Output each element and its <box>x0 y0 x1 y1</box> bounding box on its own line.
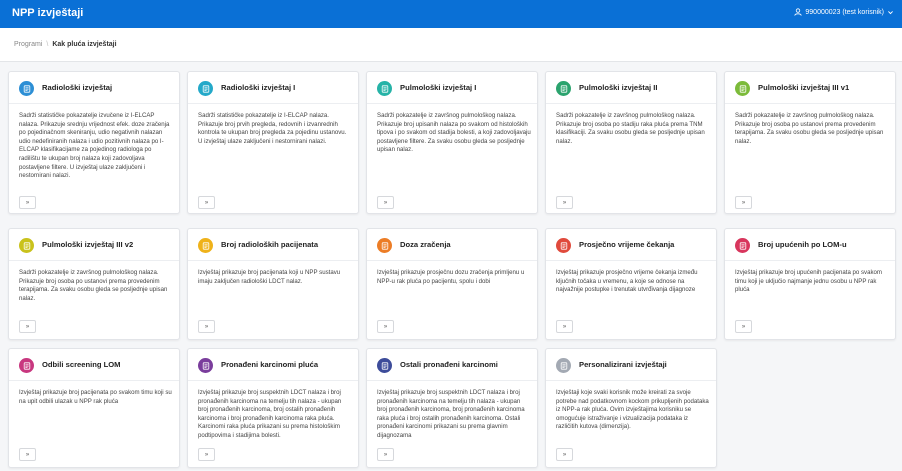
report-card: Prosječno vrijeme čekanja Izvještaj prika… <box>545 228 717 340</box>
breadcrumb-current: Kak pluća izvještaji <box>52 41 117 48</box>
report-card-description: Izvještaj prikazuje broj suspektnih LDCT… <box>198 389 342 439</box>
report-card-title[interactable]: Prosječno vrijeme čekanja <box>579 240 674 249</box>
report-icon <box>377 358 392 373</box>
report-card: Pulmološki izvještaj I Sadrži pokazatelje… <box>366 71 538 214</box>
report-icon <box>19 238 34 253</box>
breadcrumb-root[interactable]: Programi <box>14 41 42 48</box>
report-icon <box>198 238 213 253</box>
report-card: Pulmološki izvještaj III v1 Sadrži pokaza… <box>724 71 896 214</box>
report-card-description: Izvještaj prikazuje broj suspektnih LDCT… <box>377 389 525 439</box>
report-card-header: Doza zračenja <box>367 229 537 261</box>
open-report-button[interactable]: » <box>377 448 394 461</box>
report-card-header: Radiološki izvještaj <box>9 72 179 104</box>
report-icon <box>198 358 213 373</box>
report-card-title[interactable]: Broj radioloških pacijenata <box>221 240 318 249</box>
report-card-description: Sadrži pokazatelje iz završnog pulmološk… <box>19 269 168 302</box>
report-icon <box>556 358 571 373</box>
user-menu[interactable]: 990000023 (test korisnik) <box>794 8 894 16</box>
breadcrumb: Programi \ Kak pluća izvještaji <box>14 41 117 48</box>
report-card: Personalizirani izvještaji Izvještaji koj… <box>545 348 717 468</box>
report-card: Pulmološki izvještaj III v2 Sadrži pokaza… <box>8 228 180 340</box>
report-card-header: Pulmološki izvještaj II <box>546 72 716 104</box>
open-report-button[interactable]: » <box>556 320 573 333</box>
report-card-title[interactable]: Pulmološki izvještaj III v2 <box>42 240 133 249</box>
report-card-header: Ostali pronađeni karcinomi <box>367 349 537 381</box>
report-card: Doza zračenja Izvještaj prikazuje prosječ… <box>366 228 538 340</box>
report-card-header: Pulmološki izvještaj III v1 <box>725 72 895 104</box>
open-report-button[interactable]: » <box>19 320 36 333</box>
report-card-title[interactable]: Pulmološki izvještaj II <box>579 83 658 92</box>
report-card-description: Izvještaj prikazuje prosječno vrijeme če… <box>556 269 698 294</box>
report-icon <box>556 81 571 96</box>
open-report-button[interactable]: » <box>19 448 36 461</box>
report-icon <box>556 238 571 253</box>
open-report-button[interactable]: » <box>556 448 573 461</box>
open-report-button[interactable]: » <box>556 196 573 209</box>
report-card-description: Izvještaj prikazuje broj upućenih pacije… <box>735 269 883 294</box>
report-card-title[interactable]: Broj upućenih po LOM-u <box>758 240 847 249</box>
open-report-button[interactable]: » <box>198 196 215 209</box>
app-title[interactable]: NPP izvještaji <box>12 7 83 19</box>
report-card-header: Broj radioloških pacijenata <box>188 229 358 261</box>
report-card-header: Prosječno vrijeme čekanja <box>546 229 716 261</box>
report-icon <box>377 238 392 253</box>
open-report-button[interactable]: » <box>377 320 394 333</box>
report-card-title[interactable]: Ostali pronađeni karcinomi <box>400 360 498 369</box>
report-card: Broj radioloških pacijenata Izvještaj pri… <box>187 228 359 340</box>
report-icon <box>19 358 34 373</box>
breadcrumb-bar: Programi \ Kak pluća izvještaji <box>0 28 902 62</box>
report-card-header: Pronađeni karcinomi pluća <box>188 349 358 381</box>
report-card-header: Broj upućenih po LOM-u <box>725 229 895 261</box>
report-card-header: Odbili screening LOM <box>9 349 179 381</box>
report-card-description: Izvještaj prikazuje prosječnu dozu zrače… <box>377 269 525 285</box>
open-report-button[interactable]: » <box>735 320 752 333</box>
report-card-description: Sadrži pokazatelje iz završnog pulmološk… <box>556 112 705 145</box>
report-card-description: Izvještaj prikazuje broj pacijenata po s… <box>19 389 172 405</box>
report-card-title[interactable]: Radiološki izvještaj I <box>221 83 295 92</box>
report-icon <box>735 81 750 96</box>
report-card-title[interactable]: Doza zračenja <box>400 240 451 249</box>
user-icon <box>794 8 802 16</box>
report-card-header: Pulmološki izvještaj III v2 <box>9 229 179 261</box>
report-card: Radiološki izvještaj Sadrži statističke p… <box>8 71 180 214</box>
report-icon <box>198 81 213 96</box>
open-report-button[interactable]: » <box>735 196 752 209</box>
report-card: Radiološki izvještaj I Sadrži statističke… <box>187 71 359 214</box>
report-card-title[interactable]: Pronađeni karcinomi pluća <box>221 360 318 369</box>
report-icon <box>377 81 392 96</box>
report-card-description: Sadrži pokazatelje iz završnog pulmološk… <box>377 112 531 154</box>
report-card: Ostali pronađeni karcinomi Izvještaj prik… <box>366 348 538 468</box>
top-bar: NPP izvještaji 990000023 (test korisnik) <box>0 0 902 28</box>
report-card-description: Izvještaji koje svaki korisnik može krei… <box>556 389 709 431</box>
report-card-header: Radiološki izvještaj I <box>188 72 358 104</box>
open-report-button[interactable]: » <box>19 196 36 209</box>
report-card-description: Sadrži statističke pokazatelje izvučene … <box>19 112 170 180</box>
report-card-description: Izvještaj prikazuje broj pacijenata koji… <box>198 269 341 285</box>
open-report-button[interactable]: » <box>198 448 215 461</box>
report-card: Pulmološki izvještaj II Sadrži pokazatelj… <box>545 71 717 214</box>
report-card-title[interactable]: Radiološki izvještaj <box>42 83 112 92</box>
user-name: 990000023 (test korisnik) <box>805 8 884 16</box>
report-card-title[interactable]: Odbili screening LOM <box>42 360 120 369</box>
report-card: Pronađeni karcinomi pluća Izvještaj prika… <box>187 348 359 468</box>
report-card-description: Sadrži pokazatelje iz završnog pulmološk… <box>735 112 884 145</box>
breadcrumb-separator: \ <box>46 41 49 48</box>
report-card-title[interactable]: Personalizirani izvještaji <box>579 360 667 369</box>
report-card: Broj upućenih po LOM-u Izvještaj prikazuj… <box>724 228 896 340</box>
open-report-button[interactable]: » <box>198 320 215 333</box>
report-card-header: Personalizirani izvještaji <box>546 349 716 381</box>
report-icon <box>19 81 34 96</box>
report-icon <box>735 238 750 253</box>
report-card-description: Sadrži statističke pokazatelje iz I-ELCA… <box>198 112 347 145</box>
report-card-title[interactable]: Pulmološki izvještaj I <box>400 83 476 92</box>
report-card-title[interactable]: Pulmološki izvještaj III v1 <box>758 83 849 92</box>
report-card: Odbili screening LOM Izvještaj prikazuje … <box>8 348 180 468</box>
report-card-header: Pulmološki izvještaj I <box>367 72 537 104</box>
chevron-down-icon <box>887 9 894 16</box>
open-report-button[interactable]: » <box>377 196 394 209</box>
